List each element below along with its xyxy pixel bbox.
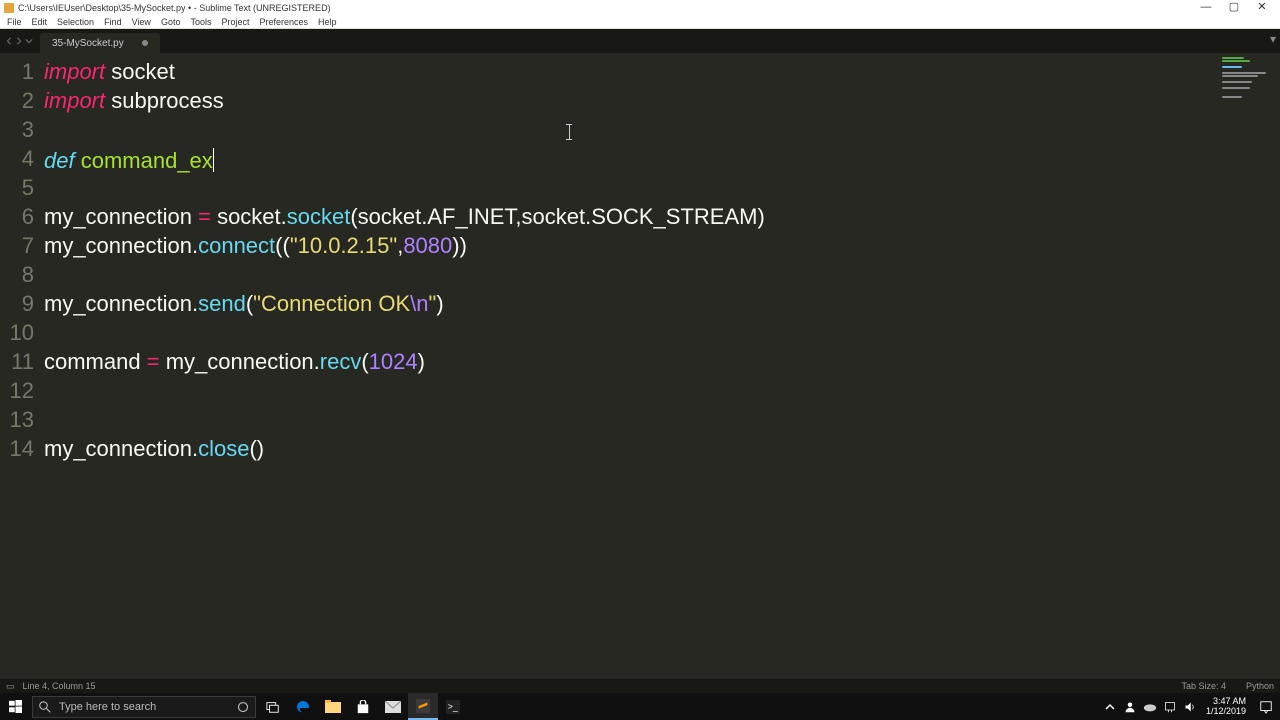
editor-ibeam-cursor (569, 125, 570, 139)
tab-size[interactable]: Tab Size: 4 (1181, 681, 1226, 691)
line-number: 7 (0, 231, 34, 260)
windows-taskbar: Type here to search >_ 3:47 A (0, 693, 1280, 720)
menu-file[interactable]: File (2, 17, 27, 27)
code-line: def command_ex (44, 144, 1220, 173)
code-line (44, 405, 1220, 434)
code-line: command = my_connection.recv(1024) (44, 347, 1220, 376)
taskbar-search[interactable]: Type here to search (32, 696, 256, 718)
status-bar: ▭ Line 4, Column 15 Tab Size: 4 Python (0, 679, 1280, 693)
taskbar-apps: >_ (258, 693, 468, 720)
line-number: 13 (0, 405, 34, 434)
editor-area[interactable]: 1 2 3 4 5 6 7 8 9 10 11 12 13 14 import … (0, 53, 1280, 679)
line-number: 3 (0, 115, 34, 144)
menu-view[interactable]: View (127, 17, 156, 27)
search-placeholder: Type here to search (59, 701, 156, 713)
line-number: 12 (0, 376, 34, 405)
windows-logo-icon (9, 700, 22, 713)
code-content[interactable]: import socket import subprocess def comm… (44, 53, 1220, 679)
line-number: 9 (0, 289, 34, 318)
nav-forward-icon[interactable] (15, 37, 23, 45)
code-line (44, 318, 1220, 347)
edge-browser-icon[interactable] (288, 693, 318, 720)
code-line: import subprocess (44, 86, 1220, 115)
menu-edit[interactable]: Edit (27, 17, 53, 27)
close-button[interactable]: ✕ (1248, 1, 1276, 14)
search-icon (39, 701, 51, 713)
people-icon[interactable] (1120, 693, 1140, 720)
file-tab[interactable]: 35-MySocket.py (40, 33, 160, 53)
tab-nav (2, 29, 36, 53)
tab-bar: 35-MySocket.py ▾ (0, 29, 1280, 53)
sublime-taskbar-icon[interactable] (408, 693, 438, 720)
store-icon[interactable] (348, 693, 378, 720)
system-tray: 3:47 AM 1/12/2019 (1100, 693, 1280, 720)
mail-icon[interactable] (378, 693, 408, 720)
unsaved-indicator-icon (142, 40, 148, 46)
minimap[interactable] (1220, 53, 1280, 679)
menu-help[interactable]: Help (313, 17, 342, 27)
code-line: my_connection.close() (44, 434, 1220, 463)
line-number-gutter: 1 2 3 4 5 6 7 8 9 10 11 12 13 14 (0, 53, 44, 679)
menu-find[interactable]: Find (99, 17, 127, 27)
text-cursor (213, 148, 214, 172)
code-line: import socket (44, 57, 1220, 86)
code-line: my_connection = socket.socket(socket.AF_… (44, 202, 1220, 231)
tab-overflow-icon[interactable]: ▾ (1270, 32, 1276, 46)
panel-switcher-icon[interactable]: ▭ (6, 681, 15, 692)
taskbar-clock[interactable]: 3:47 AM 1/12/2019 (1200, 697, 1252, 717)
onedrive-icon[interactable] (1140, 693, 1160, 720)
volume-icon[interactable] (1180, 693, 1200, 720)
line-number: 4 (0, 144, 34, 173)
window-titlebar: C:\Users\IEUser\Desktop\35-MySocket.py •… (0, 0, 1280, 15)
minimize-button[interactable]: — (1192, 1, 1220, 14)
line-number: 5 (0, 173, 34, 202)
window-controls: — ▢ ✕ (1192, 1, 1276, 14)
file-explorer-icon[interactable] (318, 693, 348, 720)
terminal-icon[interactable]: >_ (438, 693, 468, 720)
nav-down-icon[interactable] (25, 37, 33, 45)
task-view-button[interactable] (258, 693, 288, 720)
code-line (44, 115, 1220, 144)
cursor-position: Line 4, Column 15 (23, 681, 1162, 691)
code-line (44, 376, 1220, 405)
menu-selection[interactable]: Selection (52, 17, 99, 27)
maximize-button[interactable]: ▢ (1220, 1, 1248, 14)
menu-tools[interactable]: Tools (185, 17, 216, 27)
line-number: 10 (0, 318, 34, 347)
sublime-app-icon (4, 3, 14, 13)
tray-expand-icon[interactable] (1100, 693, 1120, 720)
window-title: C:\Users\IEUser\Desktop\35-MySocket.py •… (18, 3, 331, 13)
svg-text:>_: >_ (448, 701, 458, 711)
clock-date: 1/12/2019 (1206, 707, 1246, 717)
line-number: 6 (0, 202, 34, 231)
code-line: my_connection.send("Connection OK\n") (44, 289, 1220, 318)
network-icon[interactable] (1160, 693, 1180, 720)
tab-label: 35-MySocket.py (52, 38, 124, 49)
code-line: my_connection.connect(("10.0.2.15",8080)… (44, 231, 1220, 260)
cortana-mic-icon[interactable] (237, 701, 249, 713)
line-number: 14 (0, 434, 34, 463)
line-number: 11 (0, 347, 34, 376)
syntax-language[interactable]: Python (1246, 681, 1274, 691)
line-number: 1 (0, 57, 34, 86)
menu-goto[interactable]: Goto (156, 17, 186, 27)
line-number: 2 (0, 86, 34, 115)
menu-preferences[interactable]: Preferences (254, 17, 313, 27)
code-line (44, 260, 1220, 289)
code-line (44, 173, 1220, 202)
menu-bar: File Edit Selection Find View Goto Tools… (0, 15, 1280, 29)
menu-project[interactable]: Project (216, 17, 254, 27)
notification-center-icon[interactable] (1252, 693, 1280, 720)
nav-back-icon[interactable] (5, 37, 13, 45)
line-number: 8 (0, 260, 34, 289)
start-button[interactable] (0, 693, 30, 720)
